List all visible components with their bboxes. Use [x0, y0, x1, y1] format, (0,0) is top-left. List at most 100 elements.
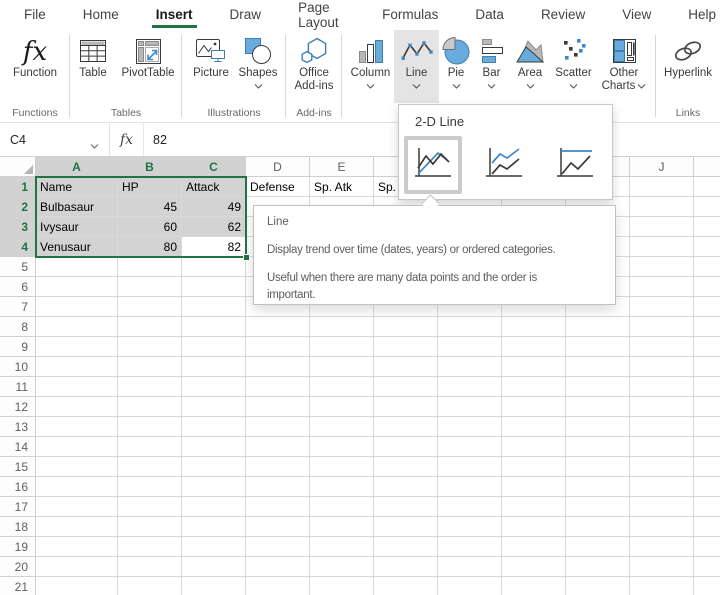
cell-E17[interactable] [310, 497, 374, 517]
cell-A14[interactable] [36, 437, 118, 457]
cell-J1[interactable] [630, 177, 694, 197]
cell-F8[interactable] [374, 317, 438, 337]
cell-B11[interactable] [118, 377, 182, 397]
cell-H13[interactable] [502, 417, 566, 437]
cell-A19[interactable] [36, 537, 118, 557]
cell-C10[interactable] [182, 357, 246, 377]
cell-F15[interactable] [374, 457, 438, 477]
cell-J14[interactable] [630, 437, 694, 457]
cell-H17[interactable] [502, 497, 566, 517]
cell-F12[interactable] [374, 397, 438, 417]
chart-type-100-percent-stacked-line[interactable] [546, 136, 604, 194]
cell-H14[interactable] [502, 437, 566, 457]
cell-E9[interactable] [310, 337, 374, 357]
cell-K7[interactable] [694, 297, 720, 317]
row-header-20[interactable]: 20 [0, 557, 36, 577]
cell-D21[interactable] [246, 577, 310, 595]
cell-D10[interactable] [246, 357, 310, 377]
cell-D14[interactable] [246, 437, 310, 457]
cell-K10[interactable] [694, 357, 720, 377]
cell-C17[interactable] [182, 497, 246, 517]
row-header-19[interactable]: 19 [0, 537, 36, 557]
cell-B6[interactable] [118, 277, 182, 297]
cell-J3[interactable] [630, 217, 694, 237]
cell-K20[interactable] [694, 557, 720, 577]
cell-F10[interactable] [374, 357, 438, 377]
chevron-down-icon[interactable] [90, 138, 99, 152]
cell-K14[interactable] [694, 437, 720, 457]
cell-G15[interactable] [438, 457, 502, 477]
cell-A5[interactable] [36, 257, 118, 277]
ribbon-button-table[interactable]: Table [71, 30, 115, 103]
cell-J10[interactable] [630, 357, 694, 377]
cell-B7[interactable] [118, 297, 182, 317]
cell-C14[interactable] [182, 437, 246, 457]
cell-D18[interactable] [246, 517, 310, 537]
cell-C1[interactable]: Attack [182, 177, 246, 197]
cell-G14[interactable] [438, 437, 502, 457]
cell-J9[interactable] [630, 337, 694, 357]
row-header-8[interactable]: 8 [0, 317, 36, 337]
cell-B14[interactable] [118, 437, 182, 457]
cell-E21[interactable] [310, 577, 374, 595]
cell-E12[interactable] [310, 397, 374, 417]
column-header-J[interactable]: J [630, 157, 694, 177]
cell-H15[interactable] [502, 457, 566, 477]
cell-F11[interactable] [374, 377, 438, 397]
menu-tab-help[interactable]: Help [684, 2, 720, 28]
cell-J18[interactable] [630, 517, 694, 537]
cell-J11[interactable] [630, 377, 694, 397]
ribbon-button-pie[interactable]: Pie [439, 30, 473, 103]
cell-F17[interactable] [374, 497, 438, 517]
cell-D15[interactable] [246, 457, 310, 477]
cell-B1[interactable]: HP [118, 177, 182, 197]
menu-tab-formulas[interactable]: Formulas [378, 2, 442, 28]
column-header-A[interactable]: A [36, 157, 118, 177]
cell-K19[interactable] [694, 537, 720, 557]
cell-C7[interactable] [182, 297, 246, 317]
cell-D20[interactable] [246, 557, 310, 577]
row-header-12[interactable]: 12 [0, 397, 36, 417]
cell-D13[interactable] [246, 417, 310, 437]
row-header-17[interactable]: 17 [0, 497, 36, 517]
cell-A11[interactable] [36, 377, 118, 397]
cell-K18[interactable] [694, 517, 720, 537]
cell-D19[interactable] [246, 537, 310, 557]
cell-D8[interactable] [246, 317, 310, 337]
ribbon-button-function[interactable]: fxFunction [5, 30, 65, 103]
cell-D17[interactable] [246, 497, 310, 517]
cell-C2[interactable]: 49 [182, 197, 246, 217]
cell-J8[interactable] [630, 317, 694, 337]
cell-I20[interactable] [566, 557, 630, 577]
ribbon-button-hyperlink[interactable]: Hyperlink [657, 30, 719, 103]
cell-B3[interactable]: 60 [118, 217, 182, 237]
cell-I8[interactable] [566, 317, 630, 337]
cell-E11[interactable] [310, 377, 374, 397]
cell-C12[interactable] [182, 397, 246, 417]
cell-H12[interactable] [502, 397, 566, 417]
cell-G12[interactable] [438, 397, 502, 417]
cell-I21[interactable] [566, 577, 630, 595]
cell-C13[interactable] [182, 417, 246, 437]
cell-A9[interactable] [36, 337, 118, 357]
ribbon-button-other-charts[interactable]: Other Charts [597, 30, 651, 103]
cell-E16[interactable] [310, 477, 374, 497]
menu-tab-insert[interactable]: Insert [152, 2, 197, 28]
cell-A17[interactable] [36, 497, 118, 517]
cell-E10[interactable] [310, 357, 374, 377]
cell-J19[interactable] [630, 537, 694, 557]
cell-F20[interactable] [374, 557, 438, 577]
cell-F19[interactable] [374, 537, 438, 557]
row-header-13[interactable]: 13 [0, 417, 36, 437]
cell-E19[interactable] [310, 537, 374, 557]
cell-A15[interactable] [36, 457, 118, 477]
chart-type-line[interactable] [404, 136, 462, 194]
cell-F9[interactable] [374, 337, 438, 357]
cell-J6[interactable] [630, 277, 694, 297]
cell-B12[interactable] [118, 397, 182, 417]
row-header-5[interactable]: 5 [0, 257, 36, 277]
cell-I19[interactable] [566, 537, 630, 557]
ribbon-button-line[interactable]: Line [394, 30, 439, 103]
cell-C3[interactable]: 62 [182, 217, 246, 237]
cell-A20[interactable] [36, 557, 118, 577]
